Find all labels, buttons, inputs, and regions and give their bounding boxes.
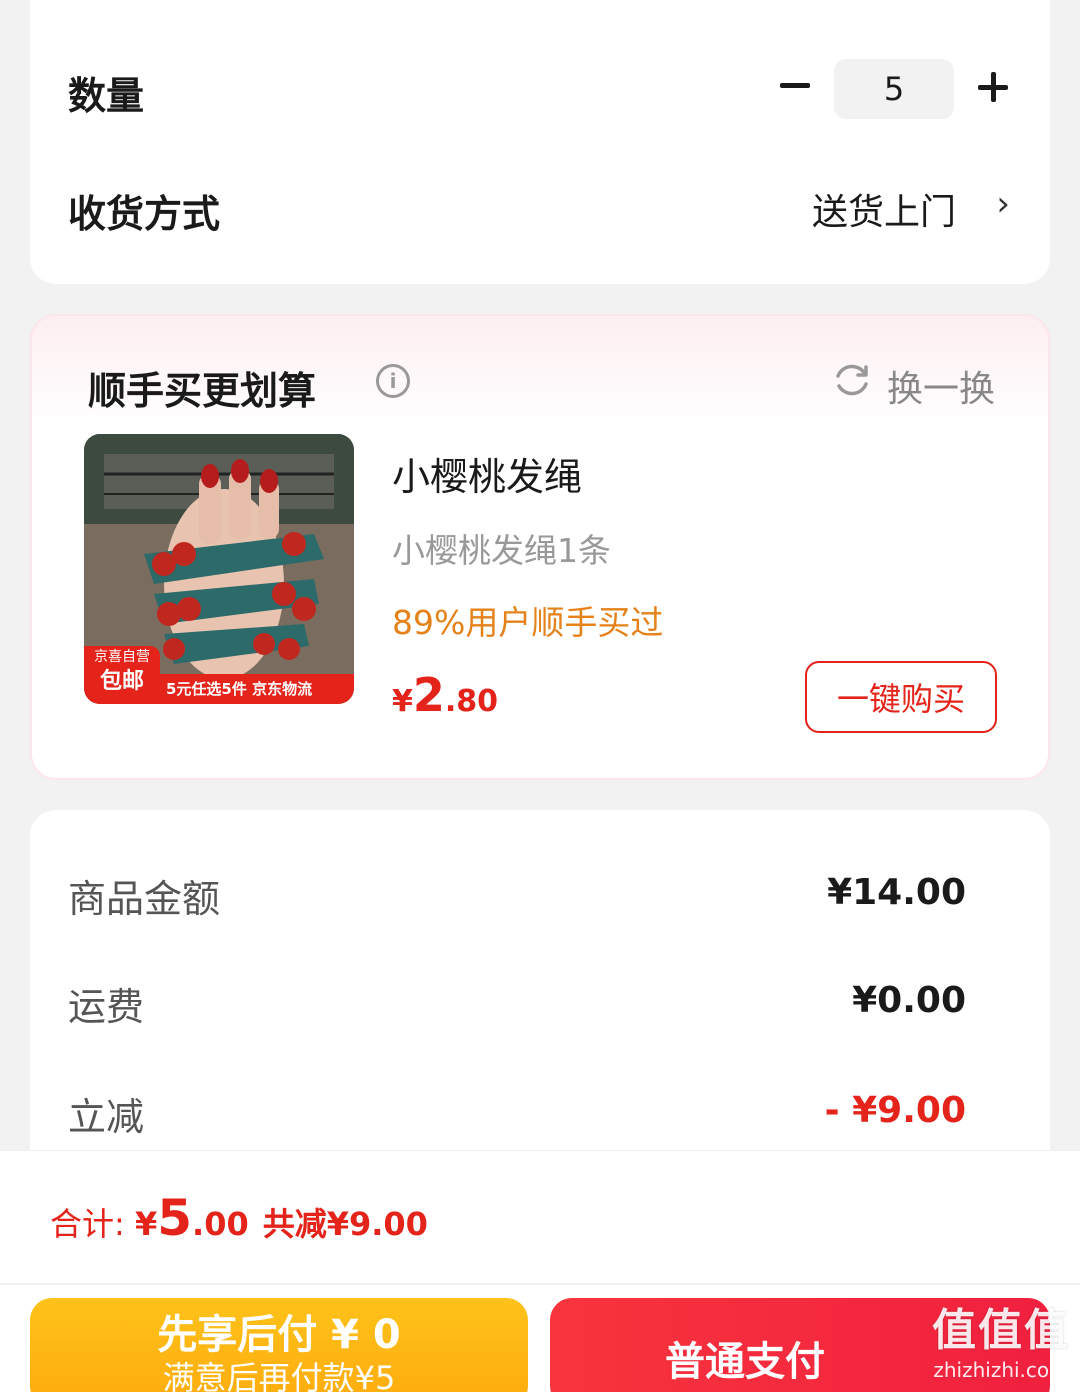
recommendation-card: 顺手买更划算 i 换一换 京喜自营 包邮 5元任选5件 京东物流 小樱桃发绳 小… — [30, 314, 1050, 780]
checkout-bar: 合计: ¥5.00 共减¥9.00 先享后付 ¥ 0 满意后再付款¥5 普通支付 … — [0, 1150, 1080, 1392]
refresh-icon[interactable] — [832, 360, 872, 400]
order-total: 合计: ¥5.00 共减¥9.00 — [50, 1189, 428, 1247]
image-badge: 京喜自营 包邮 — [84, 646, 160, 704]
image-badge-text: 5元任选5件 京东物流 — [160, 674, 354, 704]
discount-label: 立减 — [68, 1095, 145, 1139]
chevron-right-icon[interactable]: › — [996, 184, 1010, 224]
pay-later-title: 先享后付 ¥ 0 — [157, 1312, 401, 1358]
goods-amount-value: ¥14.00 — [827, 872, 966, 913]
price-decimal: .80 — [444, 684, 499, 719]
shipping-method-value[interactable]: 送货上门 — [812, 183, 956, 235]
price-integer: 2 — [412, 668, 445, 722]
refresh-button[interactable]: 换一换 — [887, 360, 995, 412]
pay-later-button[interactable]: 先享后付 ¥ 0 满意后再付款¥5 — [30, 1298, 528, 1392]
image-badge-main: 包邮 — [99, 669, 144, 694]
goods-amount-label: 商品金额 — [68, 877, 221, 921]
quantity-decrease-button[interactable] — [778, 68, 812, 102]
shipping-fee-value: ¥0.00 — [852, 980, 966, 1021]
pay-later-subtitle: 满意后再付款¥5 — [162, 1359, 396, 1392]
shipping-fee-label: 运费 — [68, 985, 145, 1029]
product-price: ¥2.80 — [392, 668, 498, 722]
price-currency: ¥ — [392, 684, 413, 719]
order-options-card: 数量 5 收货方式 送货上门 › — [30, 0, 1050, 284]
recommendation-title: 顺手买更划算 — [88, 369, 317, 413]
product-image[interactable]: 京喜自营 包邮 5元任选5件 京东物流 — [84, 434, 354, 704]
product-purchase-stat: 89%用户顺手买过 — [392, 603, 664, 642]
watermark-url: zhizhizhi.com — [933, 1358, 1069, 1382]
image-badge-tag: 京喜自营 — [94, 649, 150, 665]
quantity-increase-button[interactable] — [976, 70, 1010, 104]
one-click-buy-button[interactable]: 一键购买 — [805, 661, 997, 733]
total-currency: ¥ — [134, 1205, 158, 1243]
shipping-method-label: 收货方式 — [68, 192, 221, 236]
quantity-label: 数量 — [68, 74, 145, 118]
normal-pay-label: 普通支付 — [665, 1339, 825, 1385]
total-label: 合计: — [50, 1205, 135, 1243]
product-description: 小樱桃发绳1条 — [392, 531, 611, 570]
product-name[interactable]: 小樱桃发绳 — [392, 446, 582, 501]
divider — [0, 1283, 1080, 1285]
total-saved: 共减¥9.00 — [262, 1205, 428, 1243]
watermark: 值值值 zhizhizhi.com — [932, 1294, 1070, 1382]
total-integer: 5 — [157, 1189, 193, 1247]
watermark-logo: 值值值 — [932, 1305, 1070, 1356]
minus-icon — [780, 82, 810, 88]
quantity-input[interactable]: 5 — [834, 59, 954, 119]
total-decimal: .00 — [192, 1205, 249, 1243]
info-icon[interactable]: i — [376, 364, 410, 398]
discount-value: - ¥9.00 — [824, 1090, 966, 1131]
